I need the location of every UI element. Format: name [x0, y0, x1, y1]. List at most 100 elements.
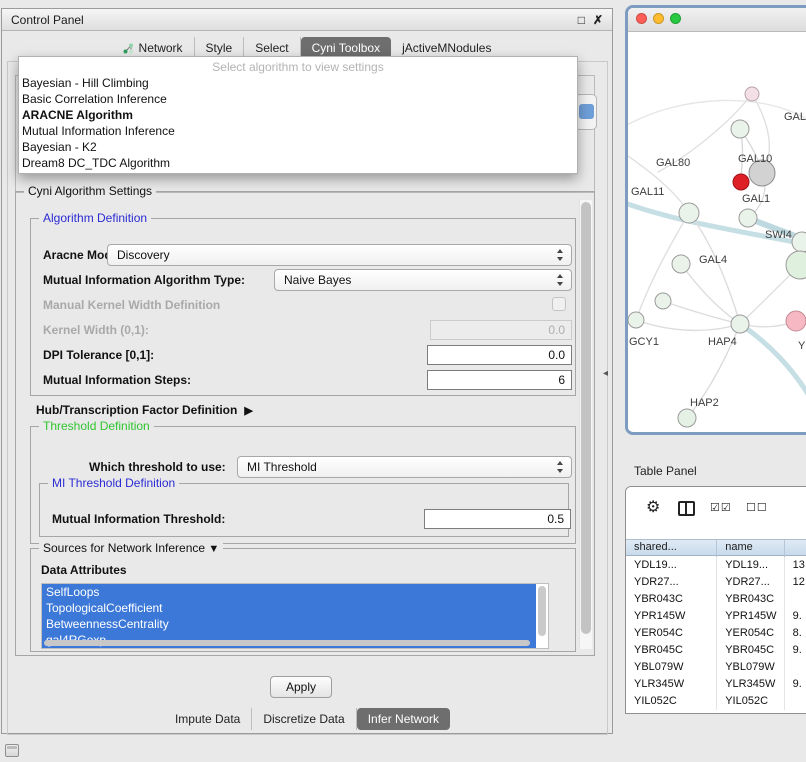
algorithm-option[interactable]: Dream8 DC_TDC Algorithm: [19, 155, 577, 171]
dpi-tolerance-value: 0.0: [548, 348, 565, 362]
network-edge[interactable]: [663, 301, 740, 324]
network-canvas[interactable]: GAL8GAL80GAL10GAL11GAL1SWI4GAL4GCY1HAP4Y…: [628, 32, 806, 431]
help-icon[interactable]: [579, 104, 594, 119]
table-panel-title: Table Panel: [634, 464, 697, 478]
network-edge[interactable]: [636, 320, 740, 330]
table-cell: YBR043C: [717, 591, 784, 608]
aracne-mode-select[interactable]: Discovery: [107, 244, 572, 266]
attribute-item[interactable]: TopologicalCoefficient: [42, 600, 536, 616]
combo-arrows-icon: [556, 274, 565, 286]
hub-definition-label: Hub/Transcription Factor Definition: [36, 403, 237, 417]
table-row[interactable]: YBR045CYBR045C9.: [626, 642, 806, 659]
table-cell: YBR045C: [626, 642, 717, 659]
select-all-icon[interactable]: ☑☑: [710, 501, 732, 514]
kernel-width-value: 0.0: [548, 323, 565, 337]
kernel-width-field[interactable]: 0.0: [430, 320, 572, 340]
table-cell: [785, 693, 806, 710]
column-header[interactable]: name: [717, 540, 784, 557]
zoom-light[interactable]: [670, 13, 681, 24]
float-window-icon[interactable]: □: [578, 14, 585, 26]
network-node[interactable]: [786, 311, 806, 331]
data-attributes-listbox[interactable]: SelfLoopsTopologicalCoefficientBetweenne…: [41, 583, 549, 649]
attribute-item[interactable]: BetweennessCentrality: [42, 616, 536, 632]
network-node[interactable]: [672, 255, 690, 273]
mi-steps-field[interactable]: 6: [427, 370, 572, 390]
hub-definition-toggle[interactable]: Hub/Transcription Factor Definition ▶: [36, 403, 253, 417]
tab-label: Select: [255, 41, 288, 55]
kernel-width-label: Kernel Width (0,1):: [43, 323, 149, 337]
node-label: SWI4: [765, 229, 792, 241]
mi-threshold-label: Mutual Information Threshold:: [52, 512, 225, 526]
traffic-lights: [636, 13, 687, 27]
manual-kernel-checkbox[interactable]: [552, 297, 566, 311]
network-node[interactable]: [786, 251, 806, 279]
network-edge[interactable]: [628, 100, 806, 128]
column-header[interactable]: shared...: [626, 540, 717, 557]
algorithm-option[interactable]: ARACNE Algorithm: [19, 107, 577, 123]
network-edge[interactable]: [681, 264, 740, 324]
threshold-definition-group: Threshold Definition Which threshold to …: [30, 426, 576, 544]
algorithm-placeholder: Select algorithm to view settings: [19, 60, 577, 75]
mi-threshold-field[interactable]: 0.5: [424, 509, 571, 529]
dpi-tolerance-field[interactable]: 0.0: [427, 345, 572, 365]
table-cell: YLR345W: [626, 676, 717, 693]
mi-threshold-value: 0.5: [547, 512, 564, 526]
close-light[interactable]: [636, 13, 647, 24]
network-node[interactable]: [745, 87, 759, 101]
table-row[interactable]: YER054CYER054C8.: [626, 625, 806, 642]
list-hscrollbar-thumb[interactable]: [44, 640, 530, 646]
table-header-row: shared...name: [626, 539, 806, 556]
table-row[interactable]: YDR27...YDR27...12: [626, 574, 806, 591]
tab-label: Style: [206, 41, 233, 55]
tab-label: Cyni Toolbox: [312, 41, 380, 55]
table-row[interactable]: YDL19...YDL19...13: [626, 557, 806, 574]
settings-scrollbar[interactable]: [579, 200, 592, 649]
table-cell: YDR27...: [717, 574, 784, 591]
collapse-arrow-icon[interactable]: ▼: [208, 543, 219, 555]
table-cell: 13: [785, 557, 806, 574]
table-row[interactable]: YBR043CYBR043C: [626, 591, 806, 608]
algorithm-option[interactable]: Basic Correlation Inference: [19, 91, 577, 107]
attribute-item[interactable]: SelfLoops: [42, 584, 536, 600]
mi-type-label: Mutual Information Algorithm Type:: [43, 273, 245, 287]
columns-icon[interactable]: [678, 501, 695, 516]
table-cell: 12: [785, 574, 806, 591]
table-row[interactable]: YPR145WYPR145W9.: [626, 608, 806, 625]
network-node[interactable]: [733, 174, 749, 190]
network-edge[interactable]: [740, 324, 806, 394]
table-cell: YDR27...: [626, 574, 717, 591]
network-node[interactable]: [739, 209, 757, 227]
table-row[interactable]: YLR345WYLR345W9.: [626, 676, 806, 693]
column-header[interactable]: [785, 540, 806, 557]
minimize-light[interactable]: [653, 13, 664, 24]
panel-splitter-arrow[interactable]: ◂: [603, 368, 608, 379]
table-row[interactable]: YBL079WYBL079W: [626, 659, 806, 676]
gear-icon[interactable]: ⚙: [646, 497, 660, 517]
which-threshold-label: Which threshold to use:: [89, 460, 226, 474]
algorithm-option[interactable]: Mutual Information Inference: [19, 123, 577, 139]
list-scrollbar-thumb[interactable]: [538, 586, 546, 636]
table-panel-window: ⚙ ☑☑ ☐☐ shared...name YDL19...YDL19...13…: [625, 486, 806, 714]
close-window-icon[interactable]: ✗: [593, 14, 603, 26]
table-cell: YIL052C: [717, 693, 784, 710]
network-window-titlebar: [628, 8, 806, 32]
network-node[interactable]: [678, 409, 696, 427]
mi-type-select[interactable]: Naive Bayes: [274, 269, 572, 291]
panel-dock-icon[interactable]: [5, 744, 19, 757]
table-row[interactable]: YIL052CYIL052C: [626, 693, 806, 710]
mi-type-value: Naive Bayes: [284, 273, 351, 287]
network-node[interactable]: [679, 203, 699, 223]
scrollbar-thumb[interactable]: [581, 202, 591, 634]
network-node[interactable]: [655, 293, 671, 309]
network-node[interactable]: [731, 315, 749, 333]
mi-steps-label: Mutual Information Steps:: [43, 373, 191, 387]
which-threshold-select[interactable]: MI Threshold: [237, 456, 572, 478]
deselect-all-icon[interactable]: ☐☐: [746, 501, 768, 514]
algorithm-option[interactable]: Bayesian - K2: [19, 139, 577, 155]
network-node[interactable]: [731, 120, 749, 138]
network-node[interactable]: [628, 312, 644, 328]
cyni-settings-legend: Cyni Algorithm Settings: [24, 184, 156, 198]
algorithm-option[interactable]: Bayesian - Hill Climbing: [19, 75, 577, 91]
network-view-window: GAL8GAL80GAL10GAL11GAL1SWI4GAL4GCY1HAP4Y…: [625, 5, 806, 435]
node-label: Y: [798, 340, 806, 352]
